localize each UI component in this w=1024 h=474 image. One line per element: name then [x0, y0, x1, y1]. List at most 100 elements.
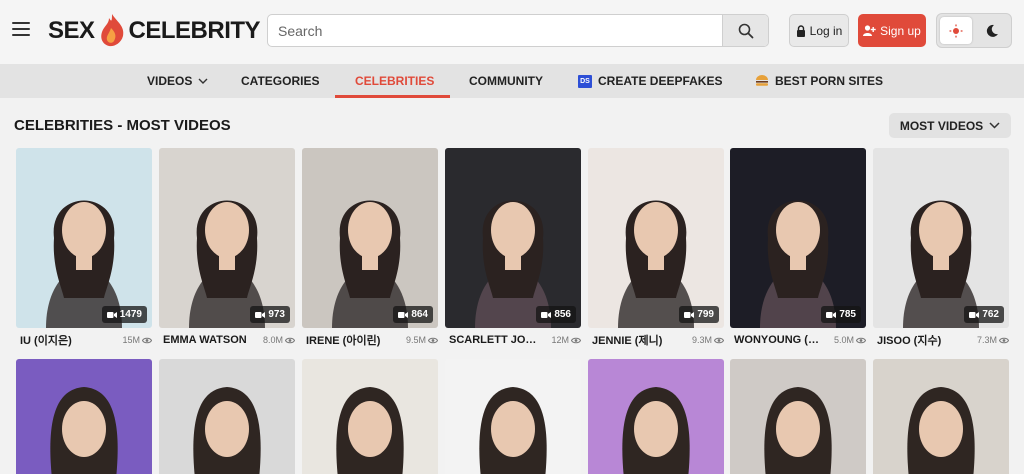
video-count-badge: 856: [536, 306, 576, 323]
celebrity-name[interactable]: WONYOUNG (…: [734, 334, 819, 346]
nav-create-deepfakes[interactable]: DS CREATE DEEPFAKES: [578, 64, 722, 98]
nav-celebrities-label: CELEBRITIES: [355, 74, 435, 88]
eye-icon: [714, 337, 724, 343]
celebrity-thumbnail[interactable]: 785: [730, 148, 866, 328]
celebrity-thumbnail[interactable]: [159, 359, 295, 474]
chevron-down-icon: [989, 122, 1000, 129]
chevron-down-icon: [198, 78, 208, 84]
celebrity-name[interactable]: EMMA WATSON: [163, 334, 247, 346]
celebrity-thumbnail[interactable]: [588, 359, 724, 474]
celebrity-card[interactable]: 785 WONYOUNG (… 5.0M: [730, 148, 866, 346]
celebrity-thumbnail[interactable]: 762: [873, 148, 1009, 328]
video-camera-icon: [398, 311, 409, 318]
eye-icon: [999, 337, 1009, 343]
celebrity-card[interactable]: 799 JENNIE (제니) 9.3M: [588, 148, 724, 347]
eye-icon: [285, 337, 295, 343]
card-meta: SCARLETT JO… 12M: [449, 332, 581, 348]
video-camera-icon: [255, 311, 266, 318]
portrait-image: [332, 200, 408, 328]
celebrity-name[interactable]: JENNIE (제니): [592, 332, 662, 348]
celebrity-thumbnail[interactable]: 973: [159, 148, 295, 328]
add-user-icon: [863, 25, 876, 36]
nav-celebrities[interactable]: CELEBRITIES: [355, 64, 434, 98]
nav-best-sites-label: BEST PORN SITES: [775, 74, 884, 88]
video-camera-icon: [106, 311, 117, 318]
site-header: SEX CELEBRITY Log in Sign up: [0, 0, 1024, 64]
celebrity-card[interactable]: 762 JISOO (지수) 7.3M: [873, 148, 1009, 347]
view-count: 9.3M: [692, 335, 724, 345]
celebrity-thumbnail[interactable]: [730, 359, 866, 474]
celebrity-thumbnail[interactable]: 1479: [16, 148, 152, 328]
nav-categories[interactable]: CATEGORIES: [241, 64, 319, 98]
celebrity-card[interactable]: [16, 359, 152, 474]
celebrity-name[interactable]: IU (이지은): [20, 332, 72, 348]
search-button[interactable]: [722, 15, 768, 46]
celebrity-card[interactable]: 1479 IU (이지은) 15M: [16, 148, 152, 347]
view-count: 12M: [551, 335, 581, 345]
eye-icon: [571, 337, 581, 343]
signup-button[interactable]: Sign up: [858, 14, 926, 47]
deepfake-badge-icon: DS: [578, 74, 592, 88]
nav-community[interactable]: COMMUNITY: [469, 64, 543, 98]
celebrity-thumbnail[interactable]: 799: [588, 148, 724, 328]
video-count-badge: 864: [393, 306, 433, 323]
nav-community-label: COMMUNITY: [469, 74, 543, 88]
login-button[interactable]: Log in: [789, 14, 849, 47]
card-meta: EMMA WATSON 8.0M: [163, 332, 295, 348]
celebrity-card[interactable]: [159, 359, 295, 474]
search-bar: [267, 14, 769, 47]
view-count: 15M: [122, 335, 152, 345]
video-camera-icon: [684, 311, 695, 318]
celebrity-name[interactable]: SCARLETT JO…: [449, 334, 536, 346]
celebrity-card[interactable]: [588, 359, 724, 474]
video-count: 1479: [119, 309, 142, 320]
portrait-image: [50, 387, 118, 474]
page-title: CELEBRITIES - MOST VIDEOS: [14, 117, 231, 134]
celebrity-card[interactable]: 864 IRENE (아이린) 9.5M: [302, 148, 438, 347]
sort-label: MOST VIDEOS: [899, 118, 984, 133]
search-input[interactable]: [268, 15, 722, 46]
sort-dropdown[interactable]: MOST VIDEOS: [889, 113, 1011, 138]
celebrity-thumbnail[interactable]: [16, 359, 152, 474]
eye-icon: [142, 337, 152, 343]
view-count: 8.0M: [263, 335, 295, 345]
celebrity-card[interactable]: [445, 359, 581, 474]
menu-icon[interactable]: [12, 22, 30, 38]
video-count-badge: 1479: [101, 306, 147, 323]
video-count: 973: [268, 309, 285, 320]
card-meta: JENNIE (제니) 9.3M: [592, 332, 724, 348]
celebrity-thumbnail[interactable]: [445, 359, 581, 474]
signup-label: Sign up: [880, 23, 921, 38]
video-count: 856: [554, 309, 571, 320]
main-nav: VIDEOS CATEGORIES CELEBRITIES COMMUNITY …: [0, 64, 1024, 98]
view-count: 5.0M: [834, 335, 866, 345]
site-logo[interactable]: SEX CELEBRITY: [48, 14, 261, 48]
celebrity-name[interactable]: IRENE (아이린): [306, 332, 380, 348]
celebrity-card[interactable]: [873, 359, 1009, 474]
celebrity-thumbnail[interactable]: 856: [445, 148, 581, 328]
view-count: 7.3M: [977, 335, 1009, 345]
portrait-image: [764, 387, 832, 474]
video-count-badge: 973: [250, 306, 290, 323]
card-meta: IU (이지은) 15M: [20, 332, 152, 348]
portrait-image: [193, 387, 261, 474]
logo-text-left: SEX: [48, 17, 95, 44]
celebrity-card[interactable]: [302, 359, 438, 474]
nav-best-sites[interactable]: BEST PORN SITES: [755, 64, 883, 98]
video-count: 762: [982, 309, 999, 320]
dark-mode-button[interactable]: [976, 17, 1008, 44]
nav-videos[interactable]: VIDEOS: [147, 64, 208, 98]
video-camera-icon: [826, 311, 837, 318]
nav-categories-label: CATEGORIES: [241, 74, 320, 88]
celebrity-card[interactable]: 856 SCARLETT JO… 12M: [445, 148, 581, 346]
lock-icon: [796, 24, 805, 37]
celebrity-thumbnail[interactable]: [302, 359, 438, 474]
celebrity-thumbnail[interactable]: 864: [302, 148, 438, 328]
video-camera-icon: [969, 311, 980, 318]
celebrity-thumbnail[interactable]: [873, 359, 1009, 474]
flame-icon: [97, 14, 127, 48]
celebrity-name[interactable]: JISOO (지수): [877, 332, 941, 348]
celebrity-card[interactable]: 973 EMMA WATSON 8.0M: [159, 148, 295, 346]
light-mode-button[interactable]: [940, 17, 972, 44]
celebrity-card[interactable]: [730, 359, 866, 474]
